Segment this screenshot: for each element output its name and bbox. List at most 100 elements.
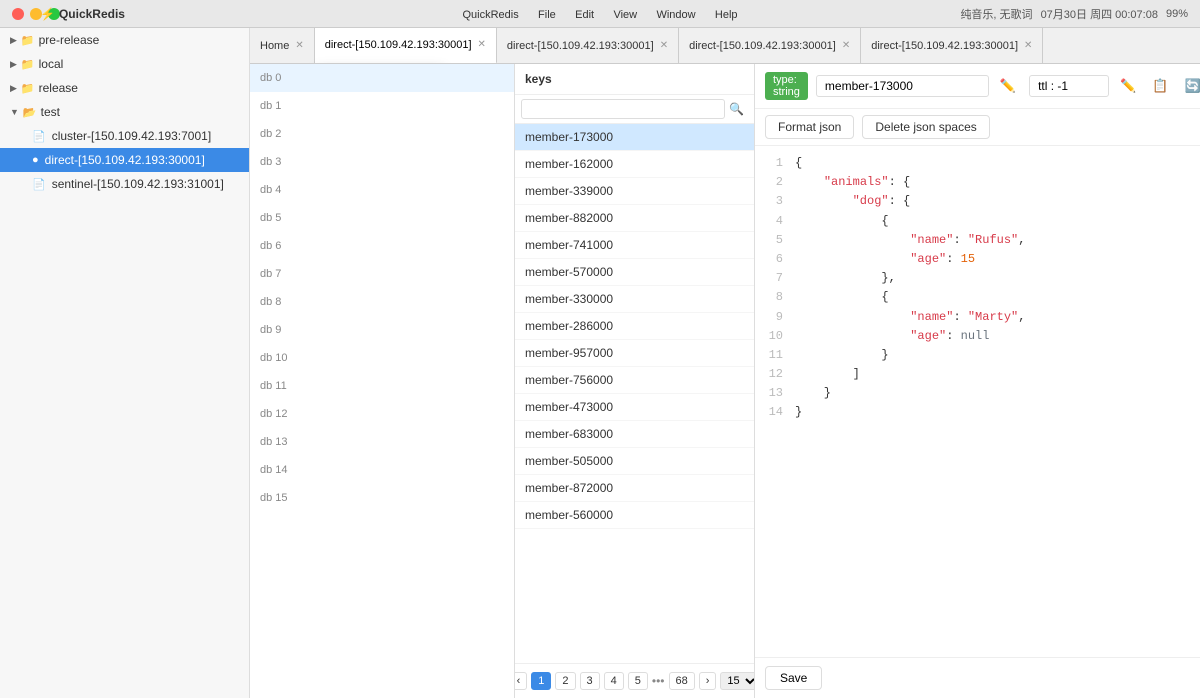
- tab-2-close-icon[interactable]: ✕: [660, 40, 668, 51]
- db-list-item[interactable]: db 14: [250, 456, 514, 484]
- key-list-item[interactable]: member-505000: [515, 448, 754, 475]
- code-line: 11 }: [763, 346, 1192, 365]
- db-label: db 0: [260, 72, 298, 84]
- expand-arrow-down-icon: ▼: [10, 107, 19, 117]
- code-line: 5 "name": "Rufus",: [763, 231, 1192, 250]
- content-area: db 0 db 1 db 2db 3db 4db 5db 6db 7db 8db 9…: [250, 64, 1200, 698]
- line-number: 13: [763, 384, 783, 403]
- tab-home[interactable]: Home ✕: [250, 28, 315, 64]
- line-content: }: [795, 403, 802, 422]
- key-input[interactable]: [816, 75, 989, 97]
- db-label: db 1: [260, 100, 298, 112]
- db-list-item[interactable]: db 11: [250, 372, 514, 400]
- sidebar-item-pre-release[interactable]: ▶ 📁 pre-release: [0, 28, 249, 52]
- keys-panel: keys 🔍 member-173000member-162000member-…: [515, 64, 755, 698]
- tab-4[interactable]: direct-[150.109.42.193:30001] ✕: [861, 28, 1043, 64]
- key-list-item[interactable]: member-872000: [515, 475, 754, 502]
- tab-4-close-icon[interactable]: ✕: [1024, 40, 1032, 51]
- key-list-item[interactable]: member-957000: [515, 340, 754, 367]
- keys-search-button[interactable]: 🔍: [725, 100, 748, 118]
- page-next-button[interactable]: ›: [699, 672, 717, 690]
- key-list-item[interactable]: member-683000: [515, 421, 754, 448]
- menu-quickredis[interactable]: QuickRedis: [462, 9, 518, 21]
- key-list-item[interactable]: member-330000: [515, 286, 754, 313]
- sidebar-item-cluster-node[interactable]: 📄 cluster-[150.109.42.193:7001]: [0, 124, 249, 148]
- line-number: 7: [763, 269, 783, 288]
- close-window-button[interactable]: [12, 8, 24, 20]
- pagination-dots: •••: [652, 674, 665, 688]
- tab-2[interactable]: direct-[150.109.42.193:30001] ✕: [497, 28, 679, 64]
- db-list-item[interactable]: db 10: [250, 344, 514, 372]
- sidebar-item-release[interactable]: ▶ 📁 release: [0, 76, 249, 100]
- db-list-item[interactable]: db 12: [250, 400, 514, 428]
- code-line: 13 }: [763, 384, 1192, 403]
- key-list-item[interactable]: member-756000: [515, 367, 754, 394]
- code-line: 10 "age": null: [763, 327, 1192, 346]
- menu-view[interactable]: View: [613, 9, 637, 21]
- ttl-input[interactable]: [1029, 75, 1109, 97]
- tab-3[interactable]: direct-[150.109.42.193:30001] ✕: [679, 28, 861, 64]
- key-list-item[interactable]: member-173000: [515, 124, 754, 151]
- sidebar-item-test[interactable]: ▼ 📂 test: [0, 100, 249, 124]
- sidebar-label-sentinel: sentinel-[150.109.42.193:31001]: [52, 177, 224, 191]
- save-button[interactable]: Save: [765, 666, 822, 690]
- page-4-button[interactable]: 4: [604, 672, 624, 690]
- format-json-button[interactable]: Format json: [765, 115, 854, 139]
- page-5-button[interactable]: 5: [628, 672, 648, 690]
- key-list-item[interactable]: member-570000: [515, 259, 754, 286]
- expand-arrow-icon: ▶: [10, 35, 17, 46]
- menu-window[interactable]: Window: [656, 9, 695, 21]
- sidebar-item-sentinel-node[interactable]: 📄 sentinel-[150.109.42.193:31001]: [0, 172, 249, 196]
- per-page-select[interactable]: 15 30 50: [720, 672, 755, 690]
- db-list-item[interactable]: db 8: [250, 288, 514, 316]
- tab-1[interactable]: direct-[150.109.42.193:30001] ✕ Close ri…: [315, 28, 497, 64]
- expand-arrow-icon: ▶: [10, 83, 17, 94]
- sidebar-label-test: test: [41, 105, 60, 119]
- folder-icon: 📁: [21, 34, 35, 47]
- ttl-edit-button[interactable]: ✏️: [1115, 75, 1141, 97]
- edit-key-button[interactable]: ✏️: [995, 75, 1021, 97]
- db-list-item[interactable]: db 1: [250, 92, 514, 120]
- db-list-item[interactable]: db 4: [250, 176, 514, 204]
- db-list-item[interactable]: db 15: [250, 484, 514, 512]
- ttl-copy-button[interactable]: 📋: [1147, 75, 1173, 97]
- key-list-item[interactable]: member-473000: [515, 394, 754, 421]
- line-number: 11: [763, 346, 783, 365]
- page-prev-button[interactable]: ‹: [515, 672, 527, 690]
- db-list-item[interactable]: db 13: [250, 428, 514, 456]
- key-list-item[interactable]: member-741000: [515, 232, 754, 259]
- code-line: 7 },: [763, 269, 1192, 288]
- db-list-item[interactable]: db 0: [250, 64, 514, 92]
- value-actions: Format json Delete json spaces: [755, 109, 1200, 146]
- key-list-item[interactable]: member-339000: [515, 178, 754, 205]
- page-3-button[interactable]: 3: [580, 672, 600, 690]
- ttl-refresh-button[interactable]: 🔄: [1179, 75, 1200, 97]
- menu-edit[interactable]: Edit: [575, 9, 594, 21]
- tab-home-close-icon[interactable]: ✕: [295, 40, 303, 51]
- key-list-item[interactable]: member-882000: [515, 205, 754, 232]
- db-list-item[interactable]: db 9: [250, 316, 514, 344]
- db-list-item[interactable]: db 7: [250, 260, 514, 288]
- db-list-item[interactable]: db 6: [250, 232, 514, 260]
- page-2-button[interactable]: 2: [555, 672, 575, 690]
- key-list-item[interactable]: member-286000: [515, 313, 754, 340]
- tab-3-close-icon[interactable]: ✕: [842, 40, 850, 51]
- db-list-item[interactable]: db 2: [250, 120, 514, 148]
- keys-search-input[interactable]: [521, 99, 725, 119]
- key-list-item[interactable]: member-162000: [515, 151, 754, 178]
- delete-json-spaces-button[interactable]: Delete json spaces: [862, 115, 989, 139]
- tab-1-close-icon[interactable]: ✕: [478, 39, 486, 50]
- db-list-item[interactable]: db 3: [250, 148, 514, 176]
- page-1-button[interactable]: 1: [531, 672, 551, 690]
- sidebar-item-local[interactable]: ▶ 📁 local: [0, 52, 249, 76]
- key-list-item[interactable]: member-560000: [515, 502, 754, 529]
- sidebar-item-direct-node[interactable]: ● direct-[150.109.42.193:30001]: [0, 148, 249, 172]
- code-editor[interactable]: 1{2 "animals": {3 "dog": {4 {5 "name": "…: [755, 146, 1200, 657]
- code-line: 9 "name": "Marty",: [763, 308, 1192, 327]
- sidebar: ▶ 📁 pre-release ▶ 📁 local ▶ 📁 release ▼ …: [0, 28, 250, 698]
- logo-icon: ⚡: [40, 7, 55, 21]
- menu-file[interactable]: File: [538, 9, 556, 21]
- menu-help[interactable]: Help: [715, 9, 738, 21]
- page-68-button[interactable]: 68: [669, 672, 695, 690]
- db-list-item[interactable]: db 5: [250, 204, 514, 232]
